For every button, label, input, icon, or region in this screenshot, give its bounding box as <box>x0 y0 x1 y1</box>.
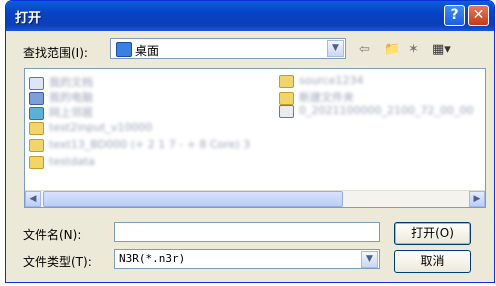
network-icon <box>29 106 44 120</box>
look-in-dropdown[interactable]: 桌面 ▼ <box>110 38 346 59</box>
list-item[interactable]: testdata <box>29 155 95 169</box>
document-icon <box>29 76 44 90</box>
back-icon[interactable]: ⇦ <box>359 42 370 57</box>
look-in-value: 桌面 <box>135 44 160 58</box>
list-item[interactable]: text13_BD000 (+ 2 1 7 - + 8 Core) 3 <box>29 138 250 152</box>
filetype-label: 文件类型(T): <box>23 255 92 269</box>
file-list[interactable]: 我的文档 我的电脑 网上邻居 test2input_v10000 text13_… <box>24 68 486 208</box>
filetype-dropdown[interactable]: N3R(*.n3r) ▼ <box>114 249 380 269</box>
list-item[interactable]: test2input_v10000 <box>29 121 152 135</box>
chevron-down-icon[interactable]: ▼ <box>361 251 378 268</box>
computer-icon <box>29 91 44 105</box>
horizontal-scrollbar[interactable]: ◀ ▶ <box>25 190 485 207</box>
scroll-right-icon[interactable]: ▶ <box>469 191 485 207</box>
list-item[interactable]: 新建文件夹 <box>279 89 354 105</box>
file-icon <box>279 104 294 118</box>
view-menu-icon[interactable]: ▦▾ <box>432 42 451 57</box>
list-item[interactable]: source1234 <box>279 74 364 88</box>
list-item[interactable]: 0_2021100000_2100_72_00_00 <box>279 104 473 118</box>
scroll-thumb[interactable] <box>43 191 343 207</box>
up-folder-icon[interactable]: 📁 <box>384 42 400 57</box>
folder-icon <box>29 138 44 152</box>
desktop-icon <box>116 42 132 57</box>
title-bar[interactable]: 打开 ? ✕ <box>6 1 494 31</box>
cancel-button[interactable]: 取消 <box>394 250 471 273</box>
folder-icon <box>29 155 44 169</box>
list-item[interactable]: 我的文档 <box>29 74 93 90</box>
new-folder-icon[interactable]: ✶ <box>408 42 419 57</box>
folder-icon <box>279 74 294 88</box>
look-in-label: 查找范围(I): <box>23 46 88 60</box>
folder-icon <box>29 121 44 135</box>
scroll-left-icon[interactable]: ◀ <box>25 191 41 207</box>
filename-input[interactable] <box>114 222 380 242</box>
help-button[interactable]: ? <box>444 5 465 26</box>
chevron-down-icon[interactable]: ▼ <box>327 40 344 57</box>
filename-label: 文件名(N): <box>23 228 82 242</box>
filetype-value: N3R(*.n3r) <box>119 252 186 265</box>
list-item[interactable]: 网上邻居 <box>29 104 93 120</box>
close-button[interactable]: ✕ <box>468 5 489 26</box>
folder-icon <box>279 91 294 105</box>
open-dialog: 打开 ? ✕ 查找范围(I): 桌面 ▼ ⇦ 📁 ✶ ▦▾ 我的文档 我的电脑 … <box>5 0 495 283</box>
window-title: 打开 <box>15 11 42 26</box>
open-button[interactable]: 打开(O) <box>394 222 471 245</box>
list-item[interactable]: 我的电脑 <box>29 89 93 105</box>
